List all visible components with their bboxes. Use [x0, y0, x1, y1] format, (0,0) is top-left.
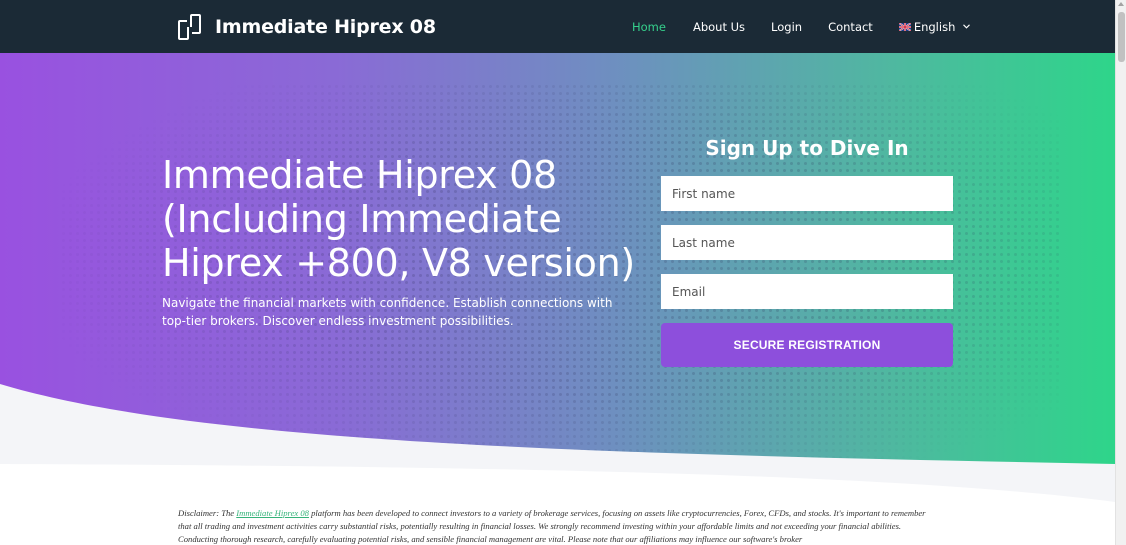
nav-home-link[interactable]: Home: [632, 20, 666, 34]
nav-login-link[interactable]: Login: [771, 20, 802, 34]
hero-section: Immediate Hiprex 08 (Including Immediate…: [0, 53, 1115, 464]
section-wave: [0, 464, 1115, 502]
hero-title: Immediate Hiprex 08 (Including Immediate…: [162, 153, 635, 285]
hero-wave-divider: [0, 384, 1115, 464]
top-navbar: Immediate Hiprex 08 Home About Us Login …: [0, 0, 1115, 53]
chevron-down-icon: [963, 24, 971, 29]
email-field[interactable]: [661, 274, 953, 309]
language-selector[interactable]: English: [898, 19, 971, 34]
nav-menu: Home About Us Login Contact English: [632, 0, 971, 53]
nav-contact-link[interactable]: Contact: [828, 20, 873, 34]
language-label: English: [913, 19, 956, 34]
scroll-up-arrow-icon[interactable]: [1118, 2, 1124, 6]
brand-logo-icon: [178, 14, 201, 40]
signup-form-title: Sign Up to Dive In: [705, 136, 909, 160]
disclaimer-brand-link[interactable]: Immediate Hiprex 08: [236, 508, 309, 518]
nav-about-link[interactable]: About Us: [693, 20, 745, 34]
uk-flag-icon: [898, 22, 911, 31]
last-name-field[interactable]: [661, 225, 953, 260]
scroll-thumb[interactable]: [1118, 12, 1125, 62]
hero-subtitle: Navigate the financial markets with conf…: [162, 296, 613, 328]
secure-registration-button[interactable]: SECURE REGISTRATION: [661, 323, 953, 367]
brand-logo[interactable]: Immediate Hiprex 08: [178, 13, 436, 41]
brand-name: Immediate Hiprex 08: [215, 16, 436, 38]
first-name-field[interactable]: [661, 176, 953, 211]
page-scrollbar[interactable]: [1115, 0, 1126, 545]
disclaimer-text: Disclaimer: The Immediate Hiprex 08 plat…: [178, 507, 928, 545]
disclaimer-prefix: Disclaimer: The: [178, 508, 237, 518]
